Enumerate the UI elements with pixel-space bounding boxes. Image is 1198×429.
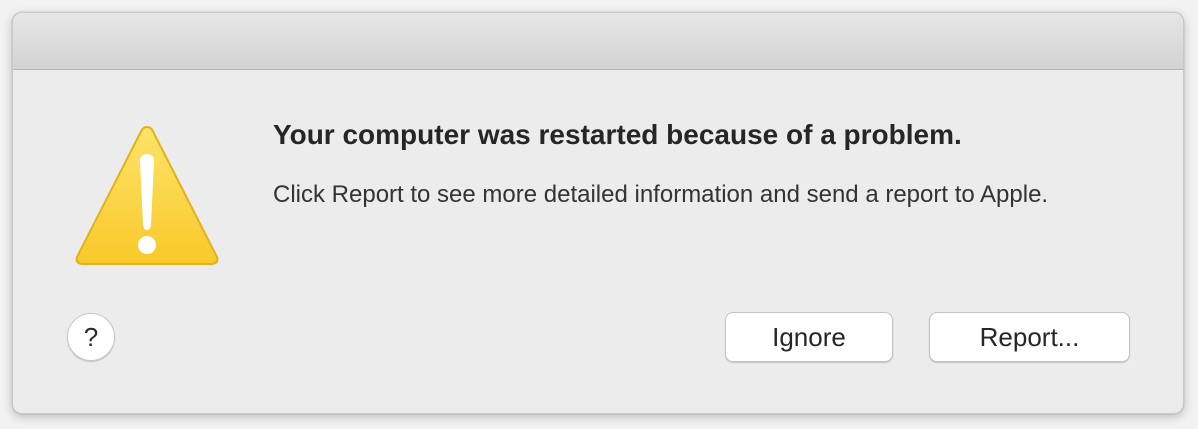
dialog-titlebar[interactable] [13,13,1183,70]
report-button[interactable]: Report... [929,312,1130,362]
warning-triangle-icon [71,121,223,273]
restart-alert-dialog: Your computer was restarted because of a… [12,12,1184,414]
help-button[interactable]: ? [67,313,115,361]
ignore-button[interactable]: Ignore [725,312,893,362]
dialog-message: Click Report to see more detailed inform… [273,181,1049,208]
dialog-title: Your computer was restarted because of a… [273,119,962,150]
